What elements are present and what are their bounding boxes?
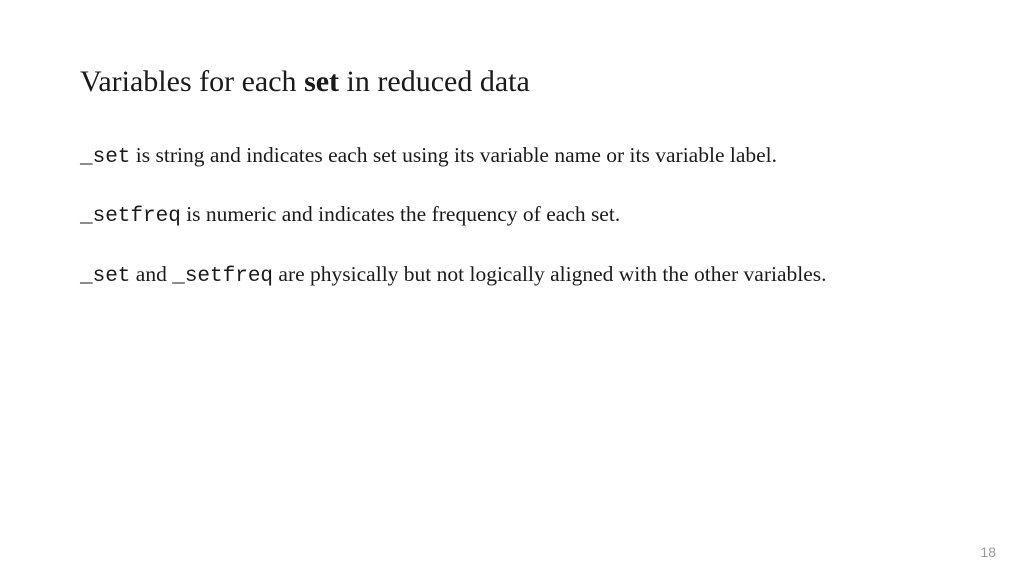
para1-text: is string and indicates each set using i… [130, 143, 777, 167]
title-bold: set [304, 65, 339, 98]
para3-text2: are physically but not logically aligned… [273, 262, 826, 286]
page-number: 18 [980, 544, 996, 560]
paragraph-1: _set is string and indicates each set us… [80, 141, 944, 172]
code-setfreq: _setfreq [80, 205, 181, 228]
paragraph-3: _set and _setfreq are physically but not… [80, 260, 944, 291]
code-set: _set [80, 146, 130, 169]
paragraph-2: _setfreq is numeric and indicates the fr… [80, 200, 944, 231]
title-part2: in reduced data [339, 65, 530, 98]
title-part1: Variables for each [80, 65, 304, 98]
code-setfreq-2: _setfreq [172, 265, 273, 288]
slide-title: Variables for each set in reduced data [80, 65, 944, 99]
code-set-2: _set [80, 265, 130, 288]
para2-text: is numeric and indicates the frequency o… [181, 202, 620, 226]
para3-text1: and [130, 262, 172, 286]
